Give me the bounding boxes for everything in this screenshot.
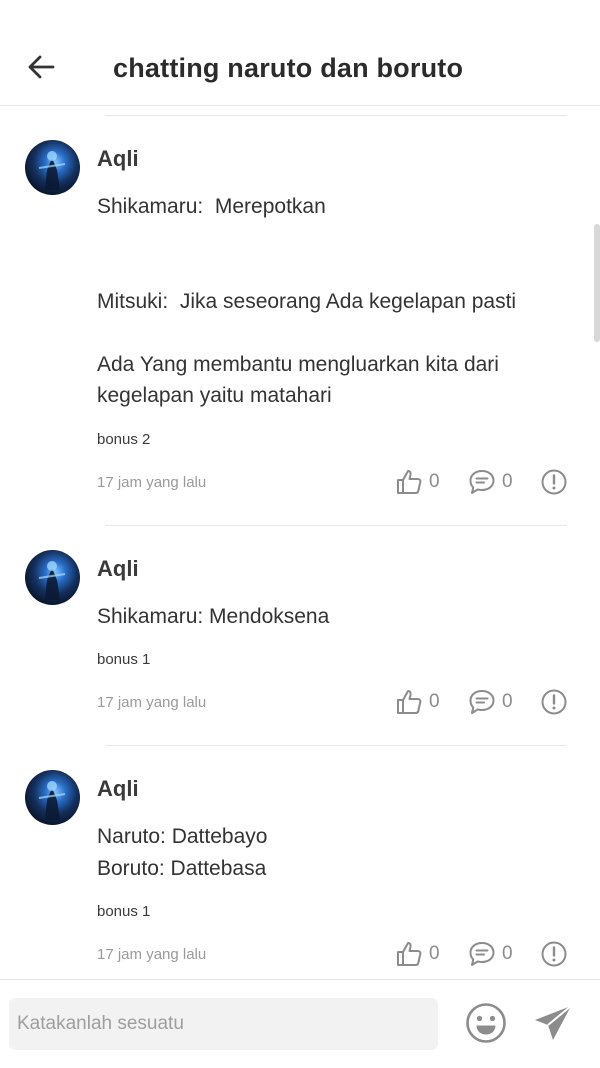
post-tag[interactable]: bonus 1 — [97, 903, 150, 920]
comment-icon — [469, 942, 495, 966]
arrow-left-icon — [28, 55, 55, 79]
avatar-image — [38, 151, 66, 190]
comment-count: 0 — [502, 943, 513, 964]
comment-button[interactable]: 0 — [468, 468, 513, 496]
post-content: Shikamaru: Merepotkan Mitsuki: Jika sese… — [97, 191, 567, 412]
avatar-image — [38, 781, 66, 820]
like-button[interactable]: 0 — [395, 940, 440, 968]
scrollbar[interactable] — [594, 224, 600, 342]
post-content: Naruto: Dattebayo Boruto: Dattebasa — [97, 821, 567, 884]
content-line: Naruto: Dattebayo — [97, 825, 268, 848]
comment-button[interactable]: 0 — [468, 940, 513, 968]
like-button[interactable]: 0 — [395, 468, 440, 496]
comment-button[interactable]: 0 — [468, 688, 513, 716]
thumbs-up-icon — [397, 470, 422, 494]
content-line — [97, 254, 567, 286]
avatar-image — [38, 561, 66, 600]
thumbs-up-icon — [397, 942, 422, 966]
like-count: 0 — [429, 943, 440, 964]
thumbs-up-icon — [397, 690, 422, 714]
comment-icon — [469, 470, 495, 494]
post-content: Shikamaru: Mendoksena — [97, 601, 567, 633]
divider — [105, 525, 567, 526]
post-actions: 0 0 — [0, 468, 600, 498]
divider — [105, 745, 567, 746]
alert-circle-icon — [541, 469, 567, 495]
report-button[interactable] — [540, 940, 568, 968]
post-list[interactable]: Aqli Shikamaru: Merepotkan Mitsuki: Jika… — [0, 106, 600, 979]
back-button[interactable] — [22, 48, 60, 86]
post-actions: 0 0 — [0, 940, 600, 970]
avatar[interactable] — [25, 550, 80, 605]
send-icon — [535, 1005, 572, 1040]
comment-count: 0 — [502, 691, 513, 712]
report-button[interactable] — [540, 688, 568, 716]
message-composer — [0, 979, 600, 1068]
comment-count: 0 — [502, 471, 513, 492]
post-author[interactable]: Aqli — [97, 776, 139, 802]
like-count: 0 — [429, 691, 440, 712]
avatar[interactable] — [25, 770, 80, 825]
like-count: 0 — [429, 471, 440, 492]
post-tag[interactable]: bonus 1 — [97, 651, 150, 668]
report-button[interactable] — [540, 468, 568, 496]
content-line: Shikamaru: Merepotkan — [97, 195, 326, 218]
post-tag[interactable]: bonus 2 — [97, 431, 150, 448]
page-title: chatting naruto dan boruto — [113, 53, 464, 83]
emoji-button[interactable] — [465, 1002, 507, 1044]
content-line — [97, 317, 567, 349]
message-input[interactable] — [9, 998, 438, 1050]
content-line: Shikamaru: Mendoksena — [97, 605, 330, 628]
content-line: Ada Yang membantu mengluarkan kita dari … — [97, 352, 505, 408]
post-actions: 0 0 — [0, 688, 600, 718]
post-author[interactable]: Aqli — [97, 146, 139, 172]
post-author[interactable]: Aqli — [97, 556, 139, 582]
alert-circle-icon — [541, 941, 567, 967]
content-line: Mitsuki: Jika seseorang Ada kegelapan pa… — [97, 289, 517, 313]
like-button[interactable]: 0 — [395, 688, 440, 716]
content-line: Boruto: Dattebasa — [97, 856, 267, 880]
content-line — [97, 223, 567, 255]
divider — [105, 115, 567, 116]
avatar[interactable] — [25, 140, 80, 195]
send-button[interactable] — [531, 1002, 575, 1046]
app-header: chatting naruto dan boruto — [0, 0, 600, 106]
smiley-icon — [466, 1003, 506, 1043]
comment-icon — [469, 690, 495, 714]
alert-circle-icon — [541, 689, 567, 715]
